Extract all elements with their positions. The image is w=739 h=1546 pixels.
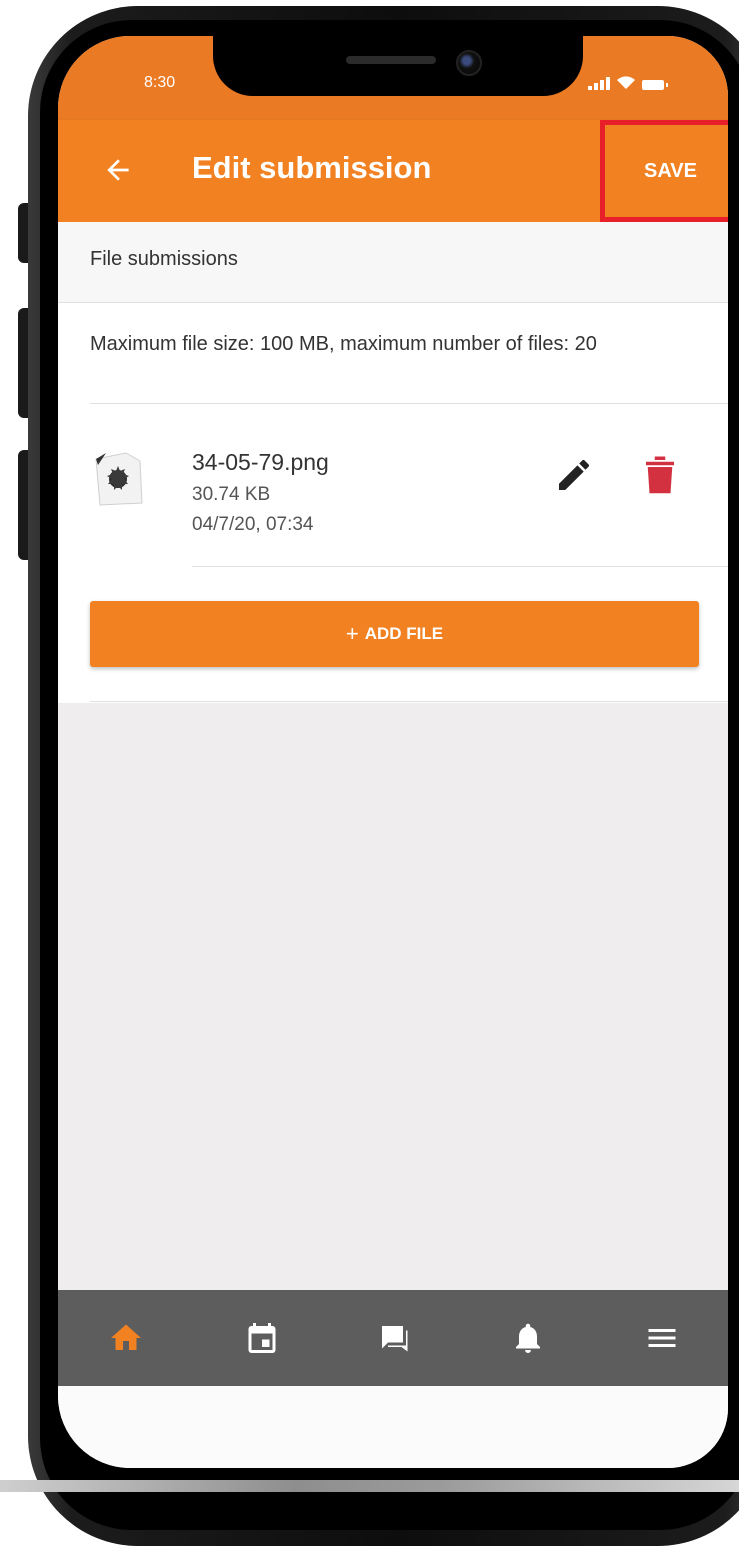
save-button[interactable]: SAVE — [600, 120, 728, 222]
battery-icon — [642, 80, 668, 90]
signal-icon — [588, 77, 610, 90]
messages-icon[interactable] — [376, 1320, 412, 1356]
file-limits-text: Maximum file size: 100 MB, maximum numbe… — [90, 333, 597, 355]
calendar-icon[interactable] — [244, 1320, 280, 1356]
notch — [213, 36, 583, 96]
bottom-navigation — [58, 1290, 728, 1386]
divider — [90, 403, 728, 404]
file-name: 34-05-79.png — [192, 449, 329, 475]
section-header: File submissions — [58, 222, 728, 303]
home-icon[interactable] — [108, 1320, 144, 1356]
status-bar: 8:30 — [58, 36, 728, 120]
add-file-label: ADD FILE — [364, 624, 444, 643]
speaker-grille — [346, 56, 436, 64]
front-camera — [456, 50, 482, 76]
divider — [192, 566, 728, 567]
image-file-icon — [95, 452, 143, 506]
main-content: File submissions Maximum file size: 100 … — [58, 222, 728, 1290]
home-indicator-area — [58, 1386, 728, 1468]
file-date: 04/7/20, 07:34 — [192, 514, 314, 535]
phone-bottom-edge — [0, 1480, 739, 1492]
status-time: 8:30 — [144, 74, 176, 91]
file-size: 30.74 KB — [192, 484, 271, 505]
add-file-button[interactable]: + ADD FILE — [90, 601, 699, 667]
app-bar: Edit submission SAVE — [58, 120, 728, 222]
page-title: Edit submission — [192, 150, 432, 185]
bell-icon[interactable] — [510, 1320, 546, 1356]
arrow-left-icon[interactable] — [102, 154, 134, 186]
plus-icon: + — [345, 621, 359, 646]
menu-icon[interactable] — [644, 1320, 680, 1356]
section-title: File submissions — [90, 248, 238, 270]
trash-icon[interactable] — [642, 453, 678, 495]
status-icons — [588, 76, 668, 90]
wifi-icon — [617, 76, 635, 89]
divider — [90, 701, 728, 702]
pencil-icon[interactable] — [554, 455, 594, 495]
file-submission-card: Maximum file size: 100 MB, maximum numbe… — [58, 303, 728, 703]
phone-screen: 8:30 Edit submission SAVE File submissio… — [58, 36, 728, 1468]
